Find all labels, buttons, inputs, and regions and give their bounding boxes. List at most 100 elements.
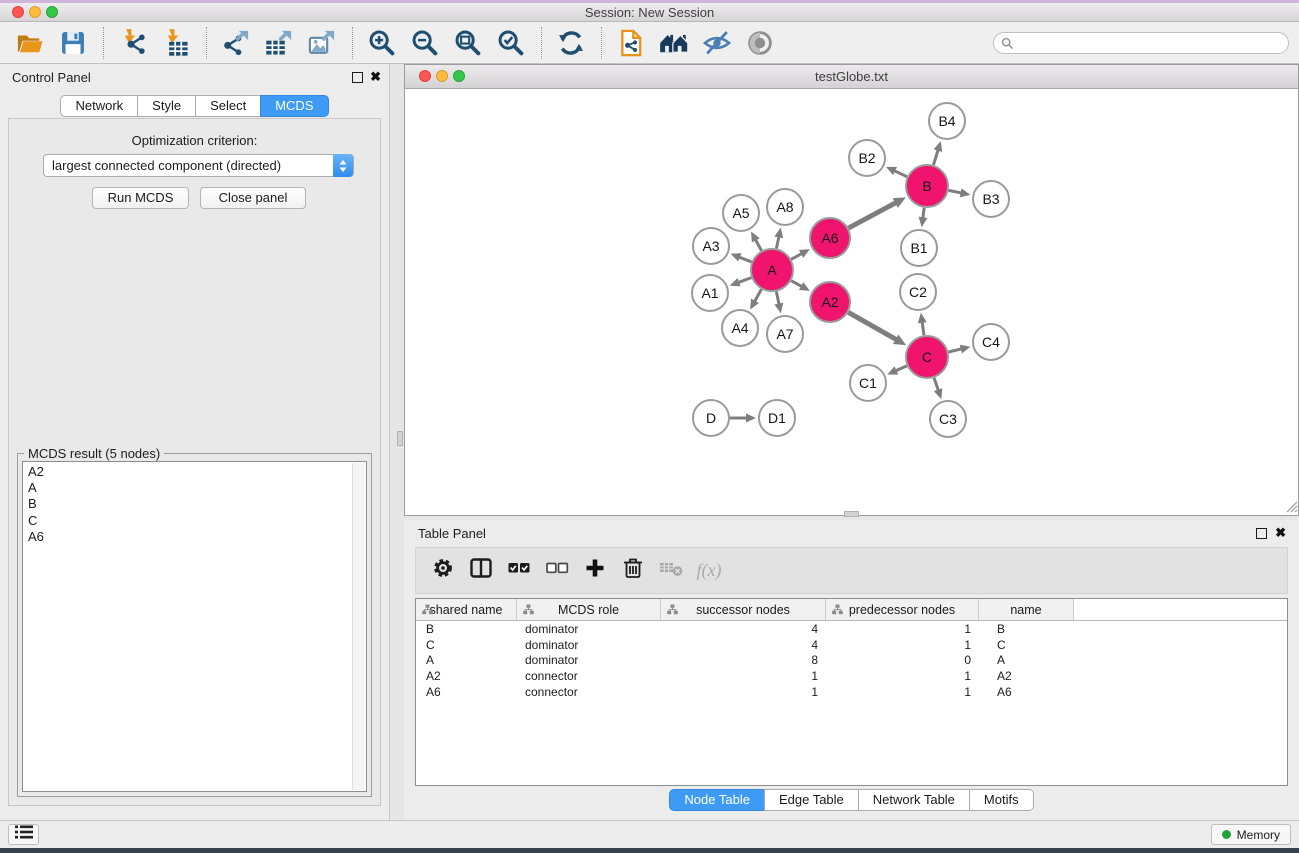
edge-A-A1[interactable] bbox=[738, 278, 751, 283]
table-cell[interactable]: 1 bbox=[826, 622, 979, 636]
resize-grip-icon[interactable] bbox=[1283, 498, 1298, 513]
open-file-button[interactable] bbox=[14, 26, 46, 60]
result-list-item[interactable]: A6 bbox=[28, 529, 366, 545]
export-network-button[interactable] bbox=[220, 26, 252, 60]
table-float-panel-icon[interactable] bbox=[1256, 528, 1267, 539]
edge-C-C4[interactable] bbox=[948, 349, 961, 352]
result-list-item[interactable]: A bbox=[28, 480, 366, 496]
table-cell[interactable]: connector bbox=[517, 669, 661, 683]
edge-C-C1[interactable] bbox=[895, 366, 906, 371]
add-row-button[interactable] bbox=[580, 556, 610, 586]
edge-A-A3[interactable] bbox=[739, 257, 752, 262]
refresh-button[interactable] bbox=[555, 26, 587, 60]
table-row[interactable]: A6connector11A6 bbox=[416, 684, 1287, 700]
close-panel-button[interactable]: Close panel bbox=[200, 187, 306, 209]
edge-C-C2[interactable] bbox=[922, 322, 924, 335]
birds-eye-view-button[interactable] bbox=[744, 26, 776, 60]
table-row[interactable]: Cdominator41C bbox=[416, 637, 1287, 653]
network-horizontal-scrollbar[interactable] bbox=[844, 511, 859, 517]
table-cell[interactable]: C bbox=[416, 638, 517, 652]
table-cell[interactable]: 4 bbox=[661, 622, 826, 636]
float-panel-icon[interactable] bbox=[352, 72, 363, 83]
edge-A-A5[interactable] bbox=[755, 239, 761, 250]
table-cell[interactable]: A bbox=[416, 653, 517, 667]
column-header-MCDS-role[interactable]: MCDS role bbox=[517, 599, 661, 620]
tab-mcds[interactable]: MCDS bbox=[260, 95, 328, 117]
table-cell[interactable]: 4 bbox=[661, 638, 826, 652]
select-all-checkboxes-button[interactable] bbox=[504, 556, 534, 586]
export-table-button[interactable] bbox=[263, 26, 295, 60]
result-list-item[interactable]: B bbox=[28, 496, 366, 512]
table-cell[interactable]: 1 bbox=[826, 638, 979, 652]
table-close-panel-icon[interactable]: ✖ bbox=[1275, 527, 1286, 539]
run-mcds-button[interactable]: Run MCDS bbox=[92, 187, 189, 209]
export-image-button[interactable] bbox=[306, 26, 338, 60]
save-session-button[interactable] bbox=[57, 26, 89, 60]
table-cell[interactable]: A bbox=[979, 653, 1074, 667]
table-cell[interactable]: A6 bbox=[416, 685, 517, 699]
criterion-dropdown[interactable]: largest connected component (directed) bbox=[43, 154, 354, 177]
edge-A-A2[interactable] bbox=[791, 281, 802, 287]
mcds-result-list[interactable]: A2ABCA6 bbox=[22, 461, 367, 792]
show-columns-button[interactable] bbox=[466, 556, 496, 586]
edge-B-B1[interactable] bbox=[923, 208, 924, 218]
settings-gear-button[interactable] bbox=[428, 556, 458, 586]
memory-button[interactable]: Memory bbox=[1211, 824, 1291, 845]
import-network-button[interactable] bbox=[117, 26, 149, 60]
table-row[interactable]: A2connector11A2 bbox=[416, 668, 1287, 684]
column-header-name[interactable]: name bbox=[979, 599, 1074, 620]
tab-select[interactable]: Select bbox=[195, 95, 261, 117]
import-table-button[interactable] bbox=[160, 26, 192, 60]
hide-graphics-details-button[interactable] bbox=[701, 26, 733, 60]
edge-A2-C[interactable] bbox=[848, 312, 896, 339]
table-cell[interactable]: 1 bbox=[826, 669, 979, 683]
tab-style[interactable]: Style bbox=[137, 95, 196, 117]
edge-B-B4[interactable] bbox=[933, 150, 938, 165]
table-cell[interactable]: dominator bbox=[517, 653, 661, 667]
column-header-predecessor-nodes[interactable]: predecessor nodes bbox=[826, 599, 979, 620]
zoom-in-button[interactable] bbox=[366, 26, 398, 60]
column-header-shared-name[interactable]: shared name bbox=[416, 599, 517, 620]
edge-A-A8[interactable] bbox=[776, 236, 778, 248]
edge-A-A4[interactable] bbox=[754, 289, 761, 301]
table-row[interactable]: Adominator80A bbox=[416, 652, 1287, 668]
search-input[interactable] bbox=[993, 32, 1289, 54]
table-cell[interactable]: A2 bbox=[979, 669, 1074, 683]
table-cell[interactable]: B bbox=[416, 622, 517, 636]
close-panel-icon[interactable]: ✖ bbox=[370, 71, 381, 83]
edge-A-A7[interactable] bbox=[776, 292, 779, 305]
network-canvas[interactable]: B4B2BB3A5A8A6A3B1AA1C2A2A4A7C4CC1DD1C3 bbox=[405, 89, 1298, 515]
table-cell[interactable]: 8 bbox=[661, 653, 826, 667]
table-tab-node-table[interactable]: Node Table bbox=[669, 789, 765, 811]
table-cell[interactable]: 0 bbox=[826, 653, 979, 667]
houses-button[interactable] bbox=[658, 26, 690, 60]
table-cell[interactable]: connector bbox=[517, 685, 661, 699]
table-cell[interactable]: 1 bbox=[826, 685, 979, 699]
result-list-item[interactable]: A2 bbox=[28, 464, 366, 480]
table-cell[interactable]: 1 bbox=[661, 685, 826, 699]
deselect-all-checkboxes-button[interactable] bbox=[542, 556, 572, 586]
edge-A6-B[interactable] bbox=[849, 203, 897, 229]
table-row[interactable]: Bdominator41B bbox=[416, 621, 1287, 637]
edge-B-B2[interactable] bbox=[894, 171, 907, 177]
tab-network[interactable]: Network bbox=[60, 95, 138, 117]
table-cell[interactable]: dominator bbox=[517, 638, 661, 652]
edge-C-C3[interactable] bbox=[934, 378, 938, 391]
zoom-out-button[interactable] bbox=[409, 26, 441, 60]
table-tab-motifs[interactable]: Motifs bbox=[969, 789, 1034, 811]
edge-B-B3[interactable] bbox=[949, 190, 962, 193]
table-tab-edge-table[interactable]: Edge Table bbox=[764, 789, 859, 811]
network-vertical-scrollbar[interactable] bbox=[397, 431, 403, 446]
table-cell[interactable]: A2 bbox=[416, 669, 517, 683]
table-cell[interactable]: B bbox=[979, 622, 1074, 636]
zoom-fit-button[interactable] bbox=[452, 26, 484, 60]
column-header-successor-nodes[interactable]: successor nodes bbox=[661, 599, 826, 620]
edge-A-A6[interactable] bbox=[791, 253, 802, 259]
zoom-selected-button[interactable] bbox=[495, 26, 527, 60]
table-tab-network-table[interactable]: Network Table bbox=[858, 789, 970, 811]
result-scrollbar[interactable] bbox=[352, 463, 365, 790]
table-cell[interactable]: C bbox=[979, 638, 1074, 652]
delete-row-button[interactable] bbox=[618, 556, 648, 586]
table-cell[interactable]: A6 bbox=[979, 685, 1074, 699]
table-cell[interactable]: 1 bbox=[661, 669, 826, 683]
